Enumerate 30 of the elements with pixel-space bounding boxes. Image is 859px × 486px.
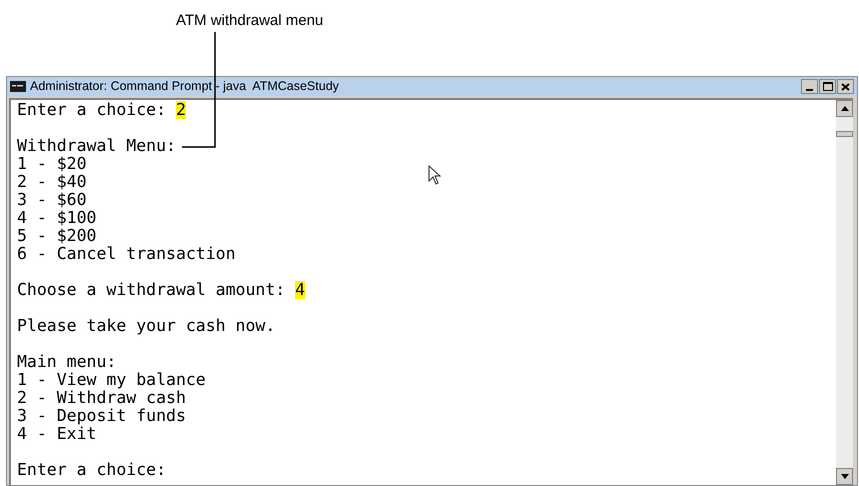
console-text: 2 - $40 [17,172,87,191]
console-text: 1 - View my balance [17,370,206,389]
minimize-button[interactable] [801,79,818,94]
scroll-down-button[interactable] [836,468,853,485]
mouse-pointer-icon [428,165,442,185]
maximize-button[interactable] [819,79,836,94]
console-text: 6 - Cancel transaction [17,244,236,263]
console-text: 4 - Exit [17,424,96,443]
console-text: 2 - Withdraw cash [17,388,186,407]
console-text: Enter a choice: [17,101,168,119]
console-text: Withdrawal Menu: [17,136,176,155]
console-text: 5 - $200 [17,226,96,245]
scroll-up-button[interactable] [836,100,853,117]
close-button[interactable] [837,79,854,94]
console-text: 4 - $100 [17,208,96,227]
console-text: 3 - Deposit funds [17,406,186,425]
annotation-label: ATM withdrawal menu [176,11,324,31]
scrollbar[interactable] [836,100,853,485]
close-icon [841,82,850,90]
console-text: 1 - $20 [17,154,87,173]
console-text: Main menu: [17,352,116,371]
console-icon [10,81,26,92]
window-title: Administrator: Command Prompt - java ATMCaseStudy [30,78,340,96]
console-text: 3 - $60 [17,190,87,209]
up-arrow-icon [840,106,848,111]
scroll-thumb[interactable] [836,131,853,137]
console-text: Please take your cash now. [17,316,276,335]
console-text: Choose a withdrawal amount: [17,281,286,299]
down-arrow-icon [840,474,848,479]
console-text: Enter a choice: [17,460,166,479]
